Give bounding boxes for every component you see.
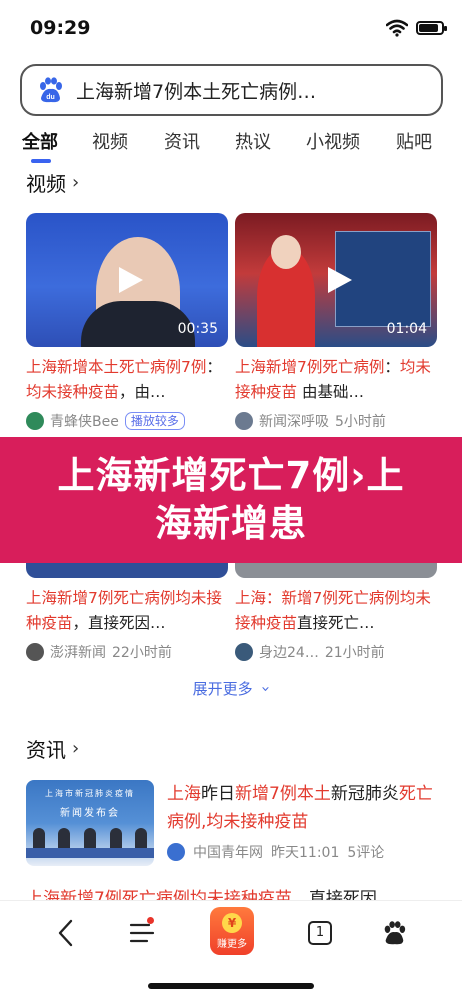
video-meta: 青蜂侠Bee 播放较多 <box>26 411 228 431</box>
tabs-button[interactable]: 1 <box>300 915 340 951</box>
video-time: 21小时前 <box>324 645 385 661</box>
video-meta: 身边24… 21小时前 <box>235 642 437 662</box>
baidu-paw-icon <box>384 921 406 945</box>
coin-icon: ¥ <box>222 912 242 933</box>
source-logo-icon <box>26 412 44 430</box>
tabs-count-icon: 1 <box>308 921 332 945</box>
svg-text:du: du <box>46 94 55 101</box>
notification-dot <box>147 917 154 924</box>
tab-short-video[interactable]: 小视频 <box>306 128 360 154</box>
chevron-down-icon: › <box>257 686 276 692</box>
video-source: 身边24… <box>259 645 319 661</box>
overlay-headline: 上海新增死亡7例›上海新增患 <box>57 454 405 545</box>
video-title[interactable]: 上海新增本土死亡病例7例：均未接种疫苗，由… <box>26 355 228 405</box>
video-thumbnail[interactable] <box>26 562 228 578</box>
baidu-home-button[interactable] <box>374 915 414 951</box>
wifi-icon <box>386 19 408 37</box>
status-bar: 09:29 <box>0 0 462 56</box>
source-logo-icon <box>235 412 253 430</box>
chevron-right-icon: › <box>72 738 80 759</box>
status-time: 09:29 <box>30 17 91 39</box>
video-card[interactable]: 上海：新增7例死亡病例均未接种疫苗直接死亡… 身边24… 21小时前 <box>235 580 437 662</box>
video-card[interactable]: 01:04 上海新增7例死亡病例：均未接种疫苗 由基础… 新闻深呼吸 5小时前 <box>235 213 437 431</box>
home-indicator[interactable] <box>148 983 314 989</box>
earn-more-label: 赚更多 <box>217 938 247 950</box>
video-thumbnail[interactable] <box>235 562 437 578</box>
news-title[interactable]: 上海昨日新增7例本土新冠肺炎死亡病例,均未接种疫苗 <box>167 780 439 836</box>
video-time: 22小时前 <box>112 645 172 661</box>
news-section-title[interactable]: 资讯 › <box>26 734 79 763</box>
news-comments: 5评论 <box>347 845 385 861</box>
video-source: 新闻深呼吸 <box>259 414 329 430</box>
play-icon <box>328 267 352 293</box>
video-time: 5小时前 <box>335 414 386 430</box>
earn-more-button[interactable]: ¥ 赚更多 <box>210 907 254 955</box>
headline-overlay-banner: 上海新增死亡7例›上海新增患 <box>0 437 462 563</box>
status-icons <box>386 19 447 37</box>
category-tabs: 全部 视频 资讯 热议 小视频 贴吧 <box>0 128 462 162</box>
source-logo-icon <box>167 843 185 861</box>
tab-news[interactable]: 资讯 <box>164 128 200 154</box>
video-card[interactable]: 00:35 上海新增本土死亡病例7例：均未接种疫苗，由… 青蜂侠Bee 播放较多 <box>26 213 228 431</box>
battery-icon <box>416 21 447 35</box>
play-icon <box>119 267 143 293</box>
expand-more-button[interactable]: 展开更多 › <box>0 678 462 699</box>
video-duration: 00:35 <box>177 321 218 337</box>
news-thumbnail[interactable]: 上海市新冠肺炎疫情 新闻发布会 <box>26 780 154 866</box>
back-button[interactable] <box>46 915 86 951</box>
video-source: 澎湃新闻 <box>50 645 106 661</box>
tab-hot-discussion[interactable]: 热议 <box>235 128 271 154</box>
tab-tieba[interactable]: 贴吧 <box>396 128 432 154</box>
chevron-right-icon: › <box>72 172 80 193</box>
tab-all[interactable]: 全部 <box>22 128 58 154</box>
video-section-title[interactable]: 视频 › <box>26 168 79 197</box>
video-thumbnail[interactable]: 00:35 <box>26 213 228 347</box>
video-title[interactable]: 上海新增7例死亡病例均未接种疫苗，直接死因… <box>26 586 228 636</box>
active-tab-indicator <box>31 159 51 163</box>
video-duration: 01:04 <box>386 321 427 337</box>
menu-button[interactable] <box>122 915 162 951</box>
news-thumbnail-caption: 上海市新冠肺炎疫情 <box>45 789 135 798</box>
news-source: 中国青年网 <box>193 845 263 861</box>
video-meta: 澎湃新闻 22小时前 <box>26 642 228 662</box>
source-logo-icon <box>26 643 44 661</box>
video-source: 青蜂侠Bee <box>50 414 119 430</box>
baidu-paw-icon: du <box>40 77 62 103</box>
chevron-left-icon <box>58 919 73 947</box>
popular-badge: 播放较多 <box>124 412 185 430</box>
video-title[interactable]: 上海新增7例死亡病例：均未接种疫苗 由基础… <box>235 355 437 405</box>
search-query[interactable]: 上海新增7例本土死亡病例… <box>76 77 316 104</box>
menu-icon <box>129 923 155 943</box>
news-time: 昨天11:01 <box>271 845 340 861</box>
news-thumbnail-caption: 新闻发布会 <box>60 808 120 819</box>
source-logo-icon <box>235 643 253 661</box>
news-meta: 中国青年网 昨天11:01 5评论 <box>167 842 384 862</box>
video-thumbnail[interactable]: 01:04 <box>235 213 437 347</box>
search-box[interactable]: du 上海新增7例本土死亡病例… <box>20 64 443 116</box>
video-title[interactable]: 上海：新增7例死亡病例均未接种疫苗直接死亡… <box>235 586 437 636</box>
video-meta: 新闻深呼吸 5小时前 <box>235 411 437 431</box>
video-card[interactable]: 上海新增7例死亡病例均未接种疫苗，直接死因… 澎湃新闻 22小时前 <box>26 580 228 662</box>
tab-video[interactable]: 视频 <box>92 128 128 154</box>
